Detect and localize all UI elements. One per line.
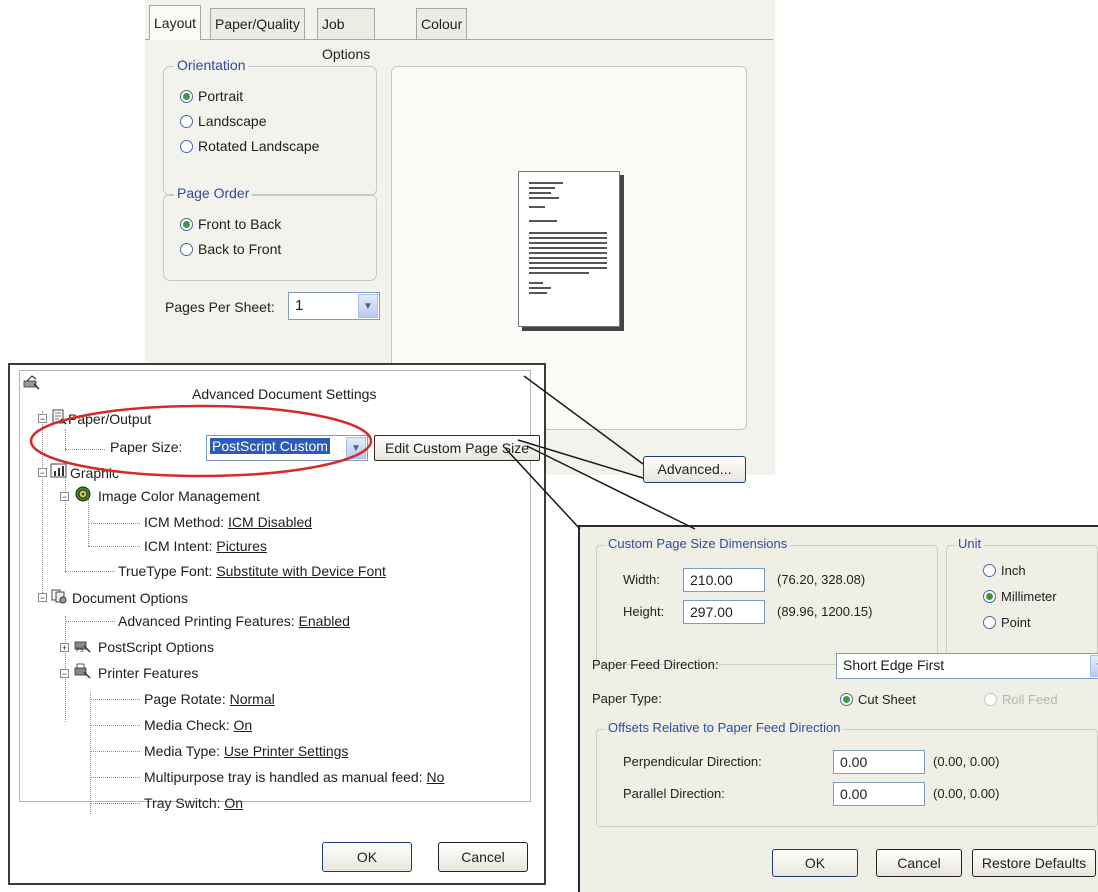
callout-overlay bbox=[29, 375, 696, 530]
tab-layout[interactable]: Layout bbox=[149, 5, 202, 40]
highlight-ellipse bbox=[29, 404, 373, 478]
callout-lines bbox=[504, 375, 696, 530]
